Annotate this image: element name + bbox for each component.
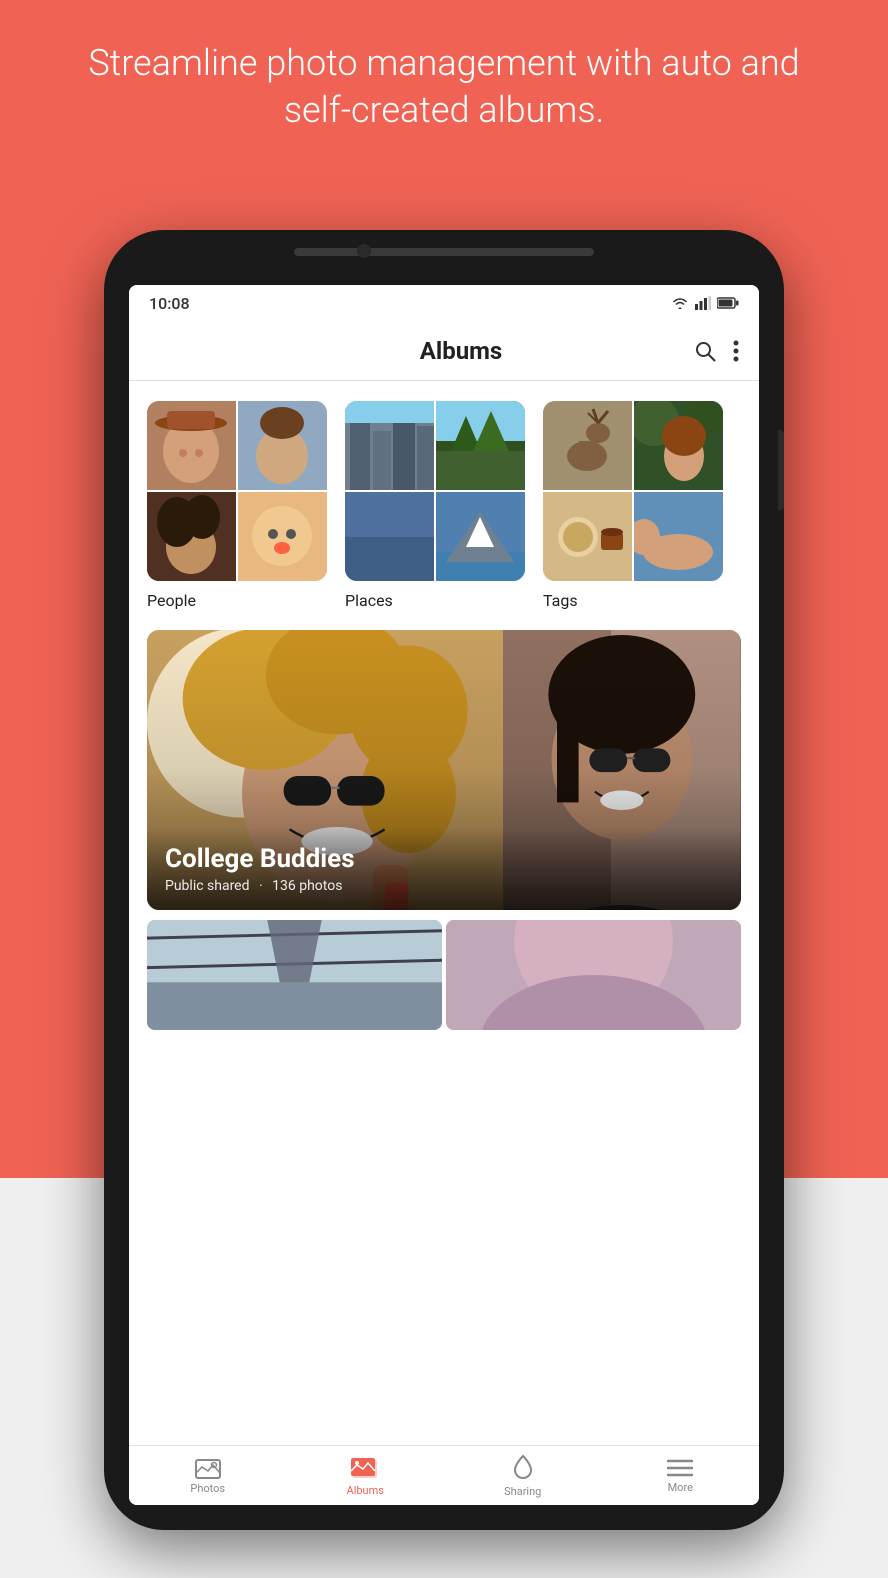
wifi-icon: [671, 296, 689, 310]
more-icon: [667, 1458, 693, 1478]
more-options-icon: [733, 340, 739, 362]
status-icons: [671, 296, 739, 310]
photos-icon: [195, 1457, 221, 1479]
album-label-places: Places: [345, 591, 525, 610]
meta-separator: ·: [259, 878, 263, 894]
nav-label-albums: Albums: [347, 1484, 384, 1497]
albums-icon: [350, 1455, 380, 1481]
scroll-content[interactable]: People: [129, 381, 759, 1445]
album-label-people: People: [147, 591, 327, 610]
nav-item-photos[interactable]: Photos: [129, 1457, 287, 1495]
phone-screen: 10:08: [129, 285, 759, 1505]
nav-item-more[interactable]: More: [602, 1458, 760, 1494]
battery-icon: [717, 297, 739, 309]
album-item-tags[interactable]: Tags: [543, 401, 723, 610]
featured-album-info: College Buddies Public shared · 136 phot…: [147, 828, 741, 910]
second-row-albums: [147, 920, 741, 1030]
sharing-icon: [509, 1454, 537, 1482]
nav-label-more: More: [668, 1481, 693, 1494]
more-options-button[interactable]: [733, 340, 739, 362]
featured-album-count: 136 photos: [272, 878, 342, 894]
phone-frame: 10:08: [104, 230, 784, 1530]
second-thumb-left[interactable]: [147, 920, 442, 1030]
nav-label-photos: Photos: [190, 1482, 225, 1495]
second-thumb-right[interactable]: [446, 920, 741, 1030]
search-button[interactable]: [693, 339, 717, 363]
phone-side-button: [778, 430, 784, 510]
signal-icon: [695, 296, 711, 310]
nav-item-sharing[interactable]: Sharing: [444, 1454, 602, 1498]
tagline: Streamline photo management with auto an…: [0, 40, 888, 134]
featured-album-title: College Buddies: [165, 844, 723, 874]
app-bar-title: Albums: [229, 337, 693, 365]
app-bar: Albums: [129, 321, 759, 381]
nav-label-sharing: Sharing: [504, 1485, 541, 1498]
album-item-places[interactable]: Places: [345, 401, 525, 610]
featured-album-meta: Public shared · 136 photos: [165, 878, 723, 894]
phone-camera: [357, 244, 371, 258]
album-thumbnail-people: [147, 401, 327, 581]
albums-row: People: [129, 381, 759, 620]
status-time: 10:08: [149, 294, 190, 313]
search-icon: [693, 339, 717, 363]
bottom-nav: Photos Albums: [129, 1445, 759, 1505]
status-bar: 10:08: [129, 285, 759, 321]
featured-album[interactable]: College Buddies Public shared · 136 phot…: [147, 630, 741, 910]
phone-speaker: [294, 248, 594, 256]
app-bar-actions: [693, 339, 739, 363]
album-thumbnail-places: [345, 401, 525, 581]
album-thumbnail-tags: [543, 401, 723, 581]
featured-album-visibility: Public shared: [165, 878, 250, 894]
nav-item-albums[interactable]: Albums: [287, 1455, 445, 1497]
album-item-people[interactable]: People: [147, 401, 327, 610]
album-label-tags: Tags: [543, 591, 723, 610]
